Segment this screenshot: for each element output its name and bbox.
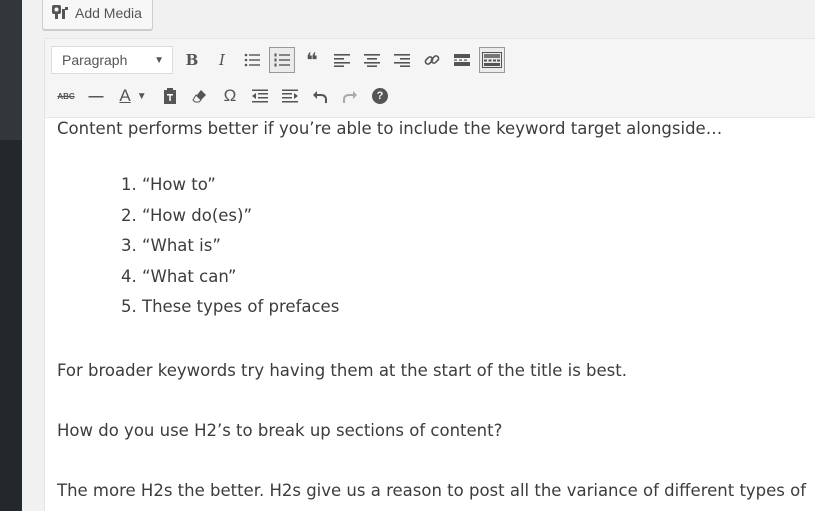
align-right-icon: [394, 54, 410, 67]
read-more-button[interactable]: [447, 45, 477, 75]
toolbar-toggle-button[interactable]: [479, 47, 505, 73]
list-item: 2. “How do(es)”: [121, 205, 253, 225]
read-more-icon: [454, 54, 470, 66]
numbered-list-button[interactable]: [269, 47, 295, 73]
list-item: 4. “What can”: [121, 266, 237, 286]
undo-button[interactable]: [305, 81, 335, 111]
list-item: 5. These types of prefaces: [121, 297, 340, 316]
blockquote-button[interactable]: ❝: [297, 45, 327, 75]
add-media-icon: [51, 4, 69, 23]
blockquote-icon: ❝: [306, 49, 318, 72]
help-icon-glyph: ?: [376, 90, 384, 102]
toolbar-row-1: Paragraph ▼ B I ❝: [51, 45, 507, 75]
add-media-label: Add Media: [75, 5, 142, 21]
admin-sidebar-highlight: [0, 0, 22, 140]
text-color-button[interactable]: A ▼: [111, 81, 155, 111]
indent-icon: [282, 89, 298, 103]
outdent-icon: [252, 89, 268, 103]
admin-sidebar-edge: [0, 0, 22, 511]
chevron-down-icon: ▼: [154, 54, 164, 66]
toolbar-row-2: ABC — A ▼ Ω ?: [51, 81, 395, 111]
align-center-button[interactable]: [357, 45, 387, 75]
horizontal-line-button[interactable]: —: [81, 81, 111, 111]
add-media-button[interactable]: Add Media: [42, 0, 153, 30]
bulleted-list-button[interactable]: [237, 45, 267, 75]
undo-icon: [313, 91, 327, 103]
strikethrough-icon: ABC: [57, 91, 75, 101]
horizontal-line-icon: —: [88, 87, 104, 105]
strikethrough-button[interactable]: ABC: [51, 81, 81, 111]
special-character-button[interactable]: Ω: [215, 81, 245, 111]
broader-keywords-paragraph: For broader keywords try having them at …: [57, 361, 627, 380]
numbered-list-icon: [274, 53, 290, 67]
bold-icon: B: [185, 51, 199, 69]
editor-panel: Paragraph ▼ B I ❝ ABC — A ▼ Ω ? Content …: [44, 38, 815, 511]
keyboard-icon: [482, 52, 502, 68]
italic-button[interactable]: I: [207, 45, 237, 75]
text-color-icon: A: [119, 86, 131, 105]
format-select[interactable]: Paragraph ▼: [51, 46, 173, 74]
link-icon: [424, 55, 440, 65]
insert-link-button[interactable]: [417, 45, 447, 75]
list-item: 3. “What is”: [121, 236, 221, 255]
eraser-icon: [192, 90, 206, 103]
list-item: 1. “How to”: [121, 175, 216, 194]
bold-button[interactable]: B: [177, 45, 207, 75]
align-center-icon: [364, 54, 380, 67]
intro-paragraph: Content performs better if you’re able t…: [57, 119, 723, 138]
format-select-value: Paragraph: [62, 52, 128, 68]
paste-as-text-button[interactable]: [155, 81, 185, 111]
chevron-down-icon: ▼: [136, 90, 147, 102]
prefix-list: 1. “How to” 2. “How do(es)” 3. “What is”…: [121, 174, 339, 327]
redo-button[interactable]: [335, 81, 365, 111]
h2-question-paragraph: How do you use H2’s to break up sections…: [57, 421, 503, 440]
clipboard-icon: [164, 88, 176, 104]
italic-icon: I: [219, 51, 225, 69]
editor-toolbar: Paragraph ▼ B I ❝ ABC — A ▼ Ω ?: [45, 38, 815, 118]
align-left-button[interactable]: [327, 45, 357, 75]
h2-answer-paragraph: The more H2s the better. H2s give us a r…: [57, 481, 807, 500]
help-button[interactable]: ?: [365, 81, 395, 111]
align-right-button[interactable]: [387, 45, 417, 75]
media-bar: Add Media: [22, 0, 815, 42]
increase-indent-button[interactable]: [275, 81, 305, 111]
clear-formatting-button[interactable]: [185, 81, 215, 111]
redo-icon: [343, 91, 357, 103]
help-icon: ?: [372, 88, 388, 104]
decrease-indent-button[interactable]: [245, 81, 275, 111]
bulleted-list-icon: [244, 53, 260, 67]
omega-icon: Ω: [223, 86, 237, 105]
align-left-icon: [334, 54, 350, 67]
